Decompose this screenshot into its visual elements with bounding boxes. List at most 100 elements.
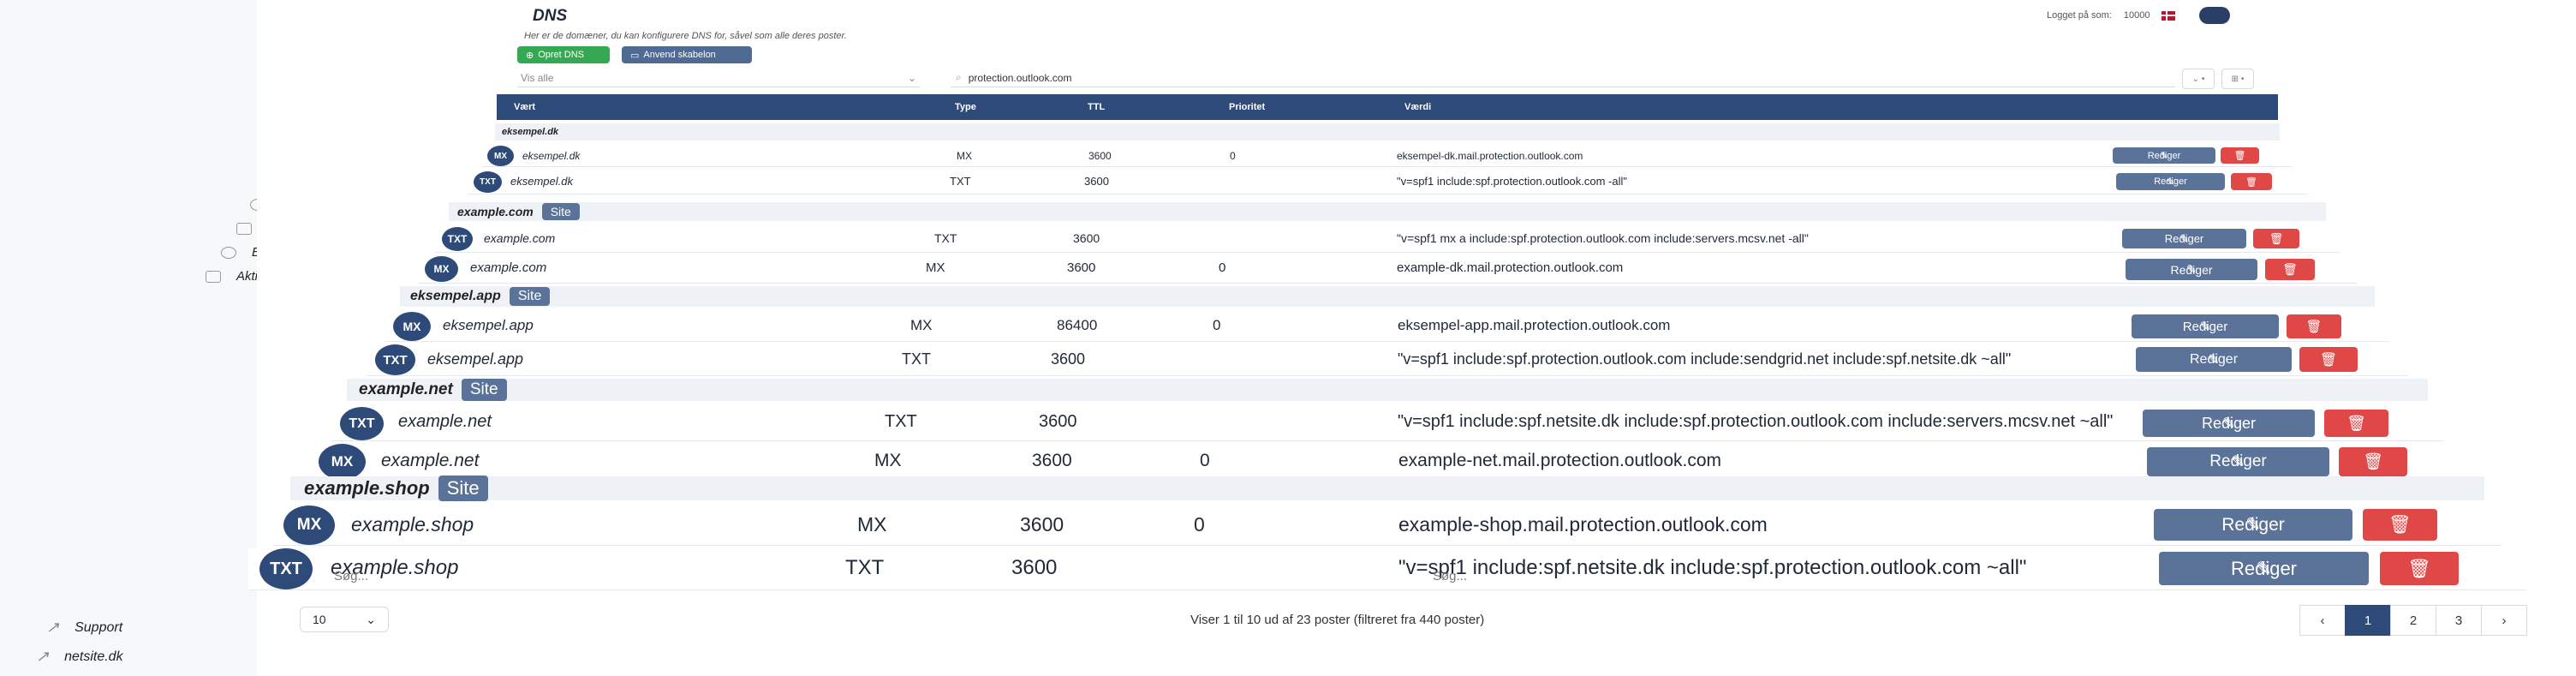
edit-label: Rediger — [2221, 514, 2285, 535]
record-value: example-net.mail.protection.outlook.com — [1398, 451, 1722, 470]
sidebar — [0, 0, 258, 676]
group-domain: example.com — [457, 205, 534, 218]
delete-record-button[interactable]: 🗑 — [2253, 229, 2299, 248]
record-value: example-dk.mail.protection.outlook.com — [1397, 260, 1624, 275]
edit-record-button[interactable]: ✎ Rediger — [2143, 410, 2315, 437]
site-badge: Site — [461, 379, 507, 401]
trash-icon: 🗑 — [2407, 557, 2431, 579]
next-page-button[interactable]: › — [2481, 605, 2527, 636]
group-row: eksempel.dk — [495, 123, 2280, 141]
logged-in-label: Logget på som: — [2047, 10, 2112, 21]
column-host[interactable]: Vært — [514, 102, 535, 112]
record-type-icon: MX — [283, 506, 335, 545]
record-type: TXT — [934, 231, 957, 245]
edit-record-button[interactable]: ✎ Rediger — [2116, 173, 2225, 190]
record-host: example.net — [381, 451, 480, 470]
record-type: MX — [957, 150, 972, 162]
sort-toggle-button[interactable]: ⌄ • — [2182, 69, 2215, 89]
delete-record-button[interactable]: 🗑 — [2324, 410, 2388, 437]
domain-filter-select[interactable]: Vis alle ⌄ — [517, 69, 920, 87]
record-value: "v=spf1 include:spf.netsite.dk include:s… — [1398, 556, 2027, 579]
column-priority[interactable]: Prioritet — [1229, 102, 1265, 112]
trash-icon: 🗑 — [2388, 514, 2412, 535]
delete-record-button[interactable]: 🗑 — [2221, 147, 2259, 164]
record-host: eksempel.dk — [522, 150, 581, 162]
group-row: eksempel.app Site — [400, 286, 2375, 307]
group-domain: example.net — [359, 380, 453, 398]
column-type[interactable]: Type — [955, 102, 976, 112]
record-type: TXT — [902, 350, 931, 368]
edit-label: Rediger — [2189, 351, 2239, 367]
record-value: eksempel-app.mail.protection.outlook.com — [1398, 317, 1671, 333]
search-value: protection.outlook.com — [968, 71, 1072, 84]
apply-template-button[interactable]: ▭ Anvend skabelon — [622, 46, 752, 63]
external-link-icon: ↗ — [46, 619, 60, 636]
group-domain: eksempel.app — [410, 289, 501, 303]
create-dns-label: Opret DNS — [538, 50, 585, 60]
group-row: example.com Site — [449, 202, 2326, 221]
search-input[interactable]: ⌕ protection.outlook.com — [951, 69, 2175, 87]
table-header: Vært Type TTL Prioritet Værdi — [497, 94, 2278, 120]
pagination: ‹ 1 2 3 › — [2299, 605, 2527, 636]
edit-record-button[interactable]: ✎ Rediger — [2132, 314, 2279, 338]
page-1-button[interactable]: 1 — [2345, 605, 2391, 636]
table-row: MX eksempel.app MX 86400 0 eksempel-app.mail.… — [385, 312, 2389, 342]
table-row: TXT example.com TXT 3600 "v=spf1 mx a includ… — [435, 226, 2340, 253]
columns-toggle-button[interactable]: ⊞ • — [2221, 69, 2254, 89]
edit-label: Rediger — [2230, 557, 2298, 579]
edit-record-button[interactable]: ✎ Rediger — [2159, 552, 2369, 585]
record-type-icon: MX — [487, 146, 514, 166]
delete-record-button[interactable]: 🗑 — [2380, 552, 2459, 585]
record-priority: 0 — [1219, 260, 1226, 275]
chevron-down-icon: ⌄ — [366, 612, 376, 626]
footer-search-value[interactable]: Søg... — [1433, 569, 1467, 593]
delete-record-button[interactable]: 🗑 — [2265, 259, 2315, 280]
record-type-icon: TXT — [375, 344, 415, 375]
record-ttl: 3600 — [1067, 260, 1096, 275]
link-label: netsite.dk — [64, 649, 123, 664]
page-size-select[interactable]: 10 ⌄ — [300, 607, 389, 632]
table-row: MX example.net MX 3600 0 example-net.mail.pro… — [309, 444, 2466, 481]
column-value[interactable]: Værdi — [1404, 102, 1431, 112]
prev-page-button[interactable]: ‹ — [2299, 605, 2346, 636]
page-2-button[interactable]: 2 — [2390, 605, 2436, 636]
delete-record-button[interactable]: 🗑 — [2231, 173, 2272, 190]
record-ttl: 3600 — [1032, 451, 1072, 470]
delete-record-button[interactable]: 🗑 — [2287, 314, 2341, 338]
plus-icon: ⊕ — [526, 50, 534, 61]
template-icon: ▭ — [630, 50, 640, 61]
edit-record-button[interactable]: ✎ Rediger — [2154, 509, 2352, 541]
page-description: Her er de domæner, du kan konfigurere DN… — [524, 31, 847, 41]
page-3-button[interactable]: 3 — [2436, 605, 2482, 636]
footer-search-host[interactable]: Søg... — [334, 569, 368, 593]
delete-record-button[interactable]: 🗑 — [2299, 347, 2358, 372]
netsite-link[interactable]: ↗ netsite.dk — [36, 648, 123, 666]
trash-icon: 🗑 — [2362, 453, 2384, 471]
trash-icon: 🗑 — [2233, 151, 2246, 161]
activity-icon — [206, 270, 221, 283]
domain-filter-value: Vis alle — [521, 71, 554, 84]
create-dns-button[interactable]: ⊕ Opret DNS — [517, 46, 610, 63]
user-id: 10000 — [2123, 10, 2150, 21]
edit-record-button[interactable]: ✎ Rediger — [2136, 347, 2292, 372]
edit-record-button[interactable]: ✎ Rediger — [2122, 229, 2246, 248]
pagination-info: Viser 1 til 10 ud af 23 poster (filtrere… — [1190, 613, 1485, 627]
record-ttl: 3600 — [1011, 556, 1058, 579]
edit-label: Rediger — [2182, 319, 2228, 334]
site-badge: Site — [438, 476, 488, 501]
record-value: "v=spf1 include:spf.netsite.dk include:s… — [1398, 412, 2114, 431]
danish-flag-icon[interactable] — [2162, 10, 2176, 21]
support-link[interactable]: ↗ Support — [46, 619, 122, 637]
column-ttl[interactable]: TTL — [1088, 102, 1105, 112]
record-host: example.net — [398, 412, 492, 431]
trash-icon: 🗑 — [2346, 414, 2366, 432]
edit-record-button[interactable]: ✎ Rediger — [2147, 447, 2329, 476]
edit-record-button[interactable]: ✎ Rediger — [2113, 147, 2215, 164]
external-link-icon: ↗ — [36, 648, 50, 665]
site-badge: Site — [509, 287, 551, 306]
delete-record-button[interactable]: 🗑 — [2339, 447, 2407, 476]
edit-record-button[interactable]: ✎ Rediger — [2126, 259, 2257, 280]
delete-record-button[interactable]: 🗑 — [2363, 509, 2437, 541]
record-host: eksempel.app — [427, 350, 524, 368]
user-menu-button[interactable] — [2199, 7, 2230, 24]
